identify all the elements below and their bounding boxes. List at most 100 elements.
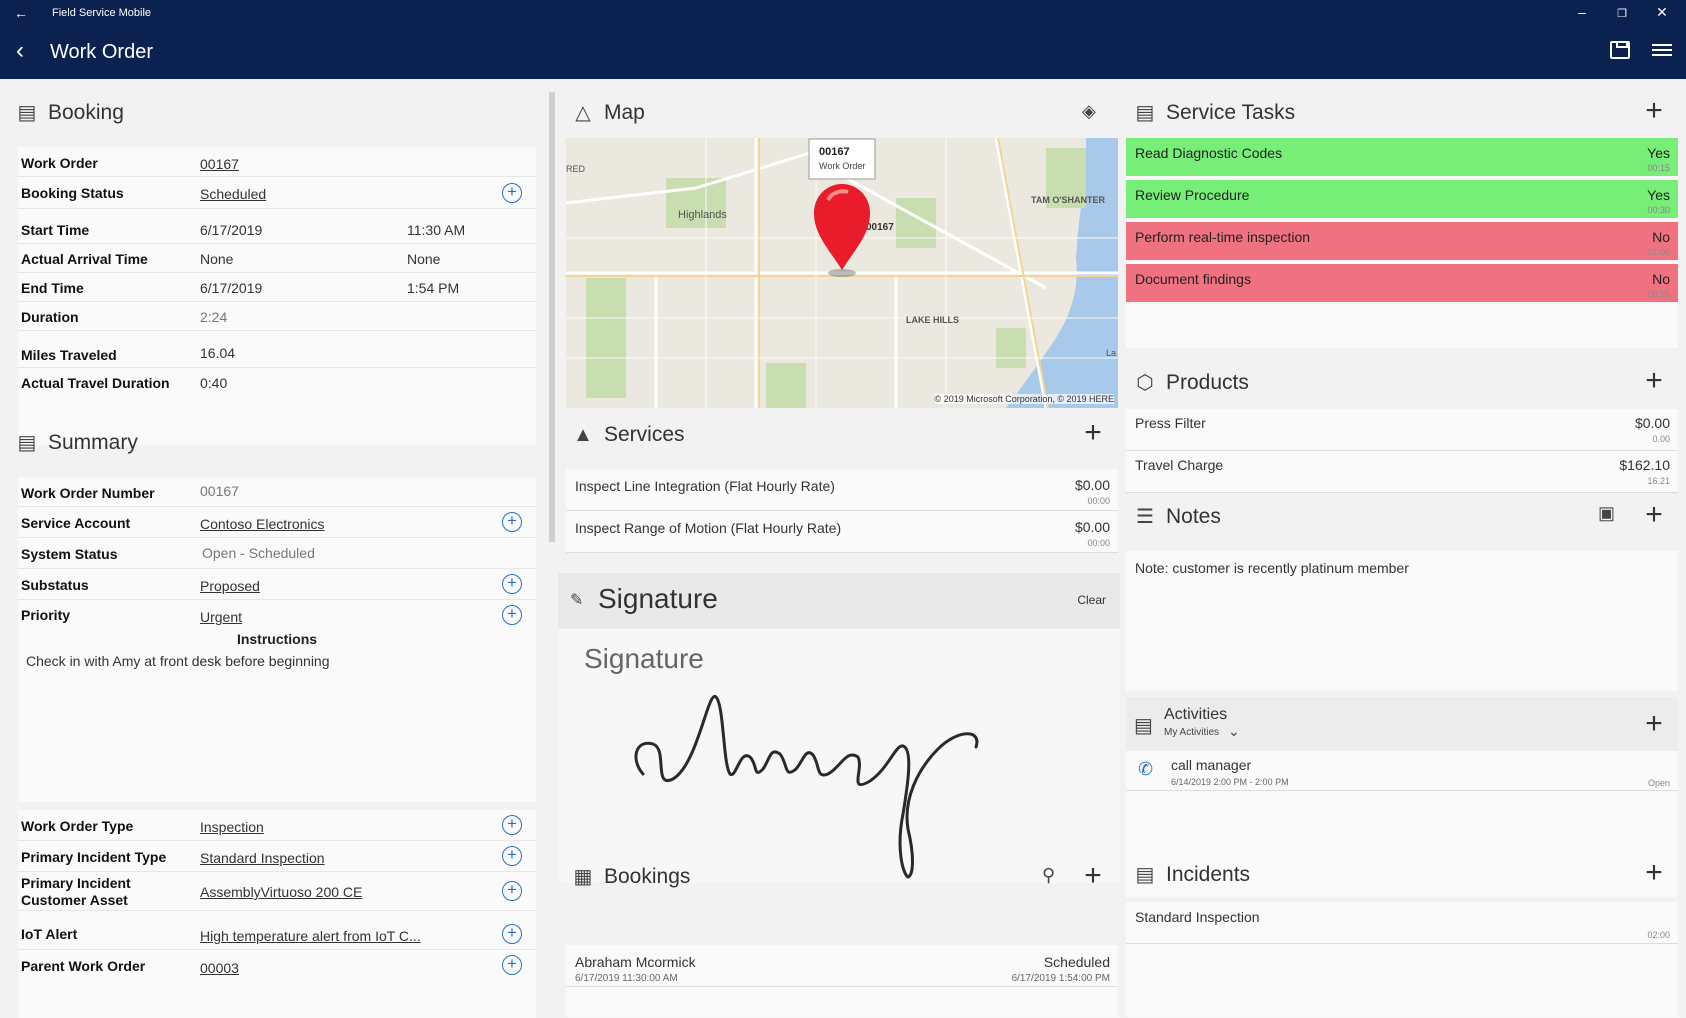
system-status-value: Open - Scheduled: [202, 545, 315, 561]
field-label: End Time: [21, 280, 84, 296]
miles-value[interactable]: 16.04: [200, 345, 235, 361]
hamburger-menu-icon[interactable]: [1652, 44, 1672, 56]
booking-card: Work Order 00167 Booking Status Schedule…: [18, 147, 536, 445]
booking-resource: Abraham Mcormick: [575, 954, 696, 970]
service-item[interactable]: Inspect Line Integration (Flat Hourly Ra…: [566, 469, 1118, 511]
field-label: Primary Incident Type: [21, 849, 167, 865]
add-booking-button[interactable]: +: [1081, 861, 1105, 891]
field-label: System Status: [21, 546, 118, 562]
task-item[interactable]: Read Diagnostic Codes Yes 00:15: [1126, 138, 1678, 178]
add-activity-button[interactable]: +: [1642, 709, 1666, 739]
note-text[interactable]: Note: customer is recently platinum memb…: [1135, 560, 1409, 576]
map-view[interactable]: Highlands TAM O'SHANTER LAKE HILLS RED L…: [566, 138, 1118, 408]
incident-duration: 02:00: [1647, 930, 1670, 940]
customer-asset-link[interactable]: AssemblyVirtuoso 200 CE: [200, 884, 362, 900]
work-order-type-link[interactable]: Inspection: [200, 819, 264, 835]
scrollbar-thumb[interactable]: [549, 92, 555, 542]
booking-item[interactable]: Abraham Mcormick Scheduled 6/17/2019 11:…: [566, 945, 1118, 987]
activities-header: ▤ Activities My Activities ⌄ +: [1126, 697, 1678, 751]
duration-value: 2:24: [200, 309, 228, 325]
start-date[interactable]: 6/17/2019: [200, 222, 262, 238]
page-header: ‹ Work Order: [0, 27, 1686, 79]
clear-signature-button[interactable]: Clear: [1077, 593, 1106, 607]
work-order-row: Work Order 00167: [18, 147, 536, 177]
add-circle-icon[interactable]: +: [502, 881, 522, 901]
iot-alert-link[interactable]: High temperature alert from IoT C...: [200, 928, 421, 944]
chevron-down-icon[interactable]: ⌄: [1228, 723, 1240, 740]
travel-duration-value[interactable]: 0:40: [200, 375, 227, 391]
window-titlebar: ← Field Service Mobile – ❐ ✕: [0, 0, 1686, 27]
substatus-row: Substatus Proposed +: [18, 569, 536, 600]
task-duration: 00:30: [1647, 205, 1670, 215]
booking-status-link[interactable]: Scheduled: [200, 186, 266, 202]
booking-status-row: Booking Status Scheduled +: [18, 177, 536, 209]
chevron-left-icon[interactable]: ‹: [16, 37, 24, 65]
add-circle-icon[interactable]: +: [502, 183, 522, 203]
service-account-link[interactable]: Contoso Electronics: [200, 516, 325, 532]
service-item[interactable]: Inspect Range of Motion (Flat Hourly Rat…: [566, 511, 1118, 553]
add-circle-icon[interactable]: +: [502, 924, 522, 944]
bookings-section-header: ▦ Bookings: [572, 857, 691, 897]
location-pin-icon[interactable]: ⚲: [1042, 865, 1055, 886]
field-label: Work Order: [21, 155, 98, 171]
task-item[interactable]: Review Procedure Yes 00:30: [1126, 180, 1678, 220]
end-date[interactable]: 6/17/2019: [200, 280, 262, 296]
save-icon[interactable]: [1610, 41, 1630, 59]
primary-incident-type-row: Primary Incident Type Standard Inspectio…: [18, 841, 536, 872]
product-item[interactable]: Travel Charge $162.10 16.21: [1126, 451, 1678, 493]
add-circle-icon[interactable]: +: [502, 512, 522, 532]
field-label: Booking Status: [21, 185, 124, 201]
services-list: Inspect Line Integration (Flat Hourly Ra…: [566, 469, 1118, 553]
add-circle-icon[interactable]: +: [502, 605, 522, 625]
activity-item[interactable]: ✆ call manager 6/14/2019 2:00 PM - 2:00 …: [1126, 751, 1678, 791]
camera-icon[interactable]: ▣: [1598, 503, 1615, 524]
customer-asset-row: Primary Incident Customer Asset Assembly…: [18, 872, 536, 911]
middle-column: △ Map ◈ Highlands TAM O'SHANTER LAKE HIL…: [556, 79, 1120, 1018]
notes-section-header: ☰ Notes: [1134, 497, 1221, 537]
summary-section-header: ▤ Summary: [16, 423, 138, 463]
map-label-red: RED: [566, 164, 586, 174]
instructions-textarea[interactable]: Check in with Amy at front desk before b…: [26, 653, 528, 669]
arrival-time[interactable]: None: [407, 251, 440, 267]
add-note-button[interactable]: +: [1642, 500, 1666, 530]
primary-incident-type-link[interactable]: Standard Inspection: [200, 850, 325, 866]
add-circle-icon[interactable]: +: [502, 574, 522, 594]
add-service-button[interactable]: +: [1081, 418, 1105, 448]
add-circle-icon[interactable]: +: [502, 846, 522, 866]
activity-status: Open: [1647, 778, 1670, 788]
work-order-number-row: Work Order Number 00167: [18, 477, 536, 507]
product-item[interactable]: Press Filter $0.00 0.00: [1126, 409, 1678, 451]
start-time[interactable]: 11:30 AM: [407, 222, 465, 238]
activities-filter[interactable]: My Activities: [1164, 727, 1219, 738]
signature-pad[interactable]: Signature: [558, 629, 1120, 883]
add-circle-icon[interactable]: +: [502, 955, 522, 975]
page-title: Work Order: [50, 41, 153, 63]
service-price: $0.00: [1074, 477, 1110, 493]
add-circle-icon[interactable]: +: [502, 815, 522, 835]
back-arrow-icon[interactable]: ←: [14, 5, 28, 21]
incident-item[interactable]: Standard Inspection 02:00: [1126, 902, 1678, 944]
directions-icon[interactable]: ◈: [1082, 101, 1096, 122]
map-label-la: La: [1106, 348, 1116, 358]
instructions-label: Instructions: [236, 631, 318, 647]
arrival-date[interactable]: None: [200, 251, 233, 267]
close-button[interactable]: ✕: [1652, 4, 1672, 21]
map-popup-sub: Work Order: [819, 161, 865, 171]
add-product-button[interactable]: +: [1642, 366, 1666, 396]
travel-duration-row: Actual Travel Duration 0:40: [18, 368, 536, 397]
work-order-link[interactable]: 00167: [200, 156, 239, 172]
booking-end: 6/17/2019 1:54:00 PM: [1011, 973, 1110, 984]
end-time[interactable]: 1:54 PM: [407, 280, 459, 296]
parent-work-order-link[interactable]: 00003: [200, 960, 239, 976]
minimize-button[interactable]: –: [1572, 4, 1592, 20]
signature-header: ✎ Signature Clear: [558, 573, 1120, 629]
add-incident-button[interactable]: +: [1642, 858, 1666, 888]
add-task-button[interactable]: +: [1642, 96, 1666, 126]
substatus-link[interactable]: Proposed: [200, 578, 260, 594]
task-item[interactable]: Perform real-time inspection No 01:00: [1126, 222, 1678, 262]
restore-button[interactable]: ❐: [1612, 7, 1632, 20]
scrollbar[interactable]: [548, 80, 556, 1018]
task-item[interactable]: Document findings No 00:15: [1126, 264, 1678, 304]
priority-link[interactable]: Urgent: [200, 609, 242, 625]
task-name: Perform real-time inspection: [1135, 229, 1311, 245]
